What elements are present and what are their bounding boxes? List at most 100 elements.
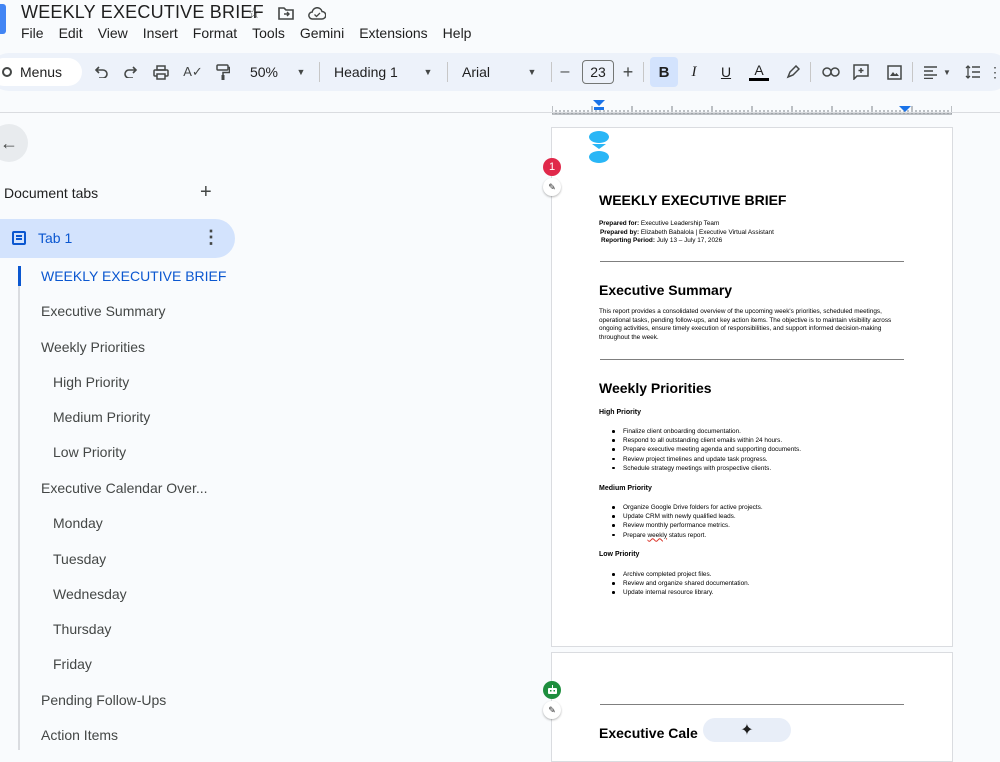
search-menus-button[interactable]: Menus: [0, 58, 82, 86]
menu-help[interactable]: Help: [443, 25, 472, 41]
priorities-heading: Weekly Priorities: [599, 380, 712, 396]
list-item: Prepare executive meeting agenda and sup…: [611, 445, 801, 454]
medium-priority-list: Organize Google Drive folders for active…: [611, 503, 763, 540]
doc-meta: Prepared for: Executive Leadership Team …: [599, 220, 774, 246]
font-dropdown-icon[interactable]: ▼: [525, 53, 539, 91]
list-item: Organize Google Drive folders for active…: [611, 503, 763, 512]
menu-insert[interactable]: Insert: [143, 25, 178, 41]
prepared-by-label: Prepared by:: [600, 228, 640, 236]
list-item-text: Prepare: [623, 531, 648, 539]
reporting-period-label: Reporting Period:: [601, 237, 655, 244]
list-item-text: status report.: [667, 531, 707, 539]
toolbar-divider: [551, 62, 552, 82]
spellcheck-icon[interactable]: A✓: [183, 53, 203, 91]
outline-item-executive-summary[interactable]: Executive Summary: [41, 303, 165, 319]
text-color-button[interactable]: A: [748, 53, 770, 91]
document-page-1[interactable]: WEEKLY EXECUTIVE BRIEF Prepared for: Exe…: [551, 127, 953, 647]
underline-button[interactable]: U: [719, 53, 733, 91]
docs-logo-icon[interactable]: [0, 4, 6, 34]
high-priority-list: Finalize client onboarding documentation…: [611, 427, 801, 473]
outline-item-title[interactable]: WEEKLY EXECUTIVE BRIEF: [41, 268, 226, 284]
outline-item-wednesday[interactable]: Wednesday: [53, 586, 127, 602]
tab-1[interactable]: [0, 219, 235, 258]
tab-options-icon[interactable]: ⋮: [202, 228, 220, 246]
menu-view[interactable]: View: [98, 25, 128, 41]
menu-gemini[interactable]: Gemini: [300, 25, 344, 41]
move-folder-icon[interactable]: [277, 4, 295, 22]
outline-item-action-items[interactable]: Action Items: [41, 727, 118, 743]
edit-pencil-icon[interactable]: ✎: [543, 701, 561, 719]
outline-item-medium-priority[interactable]: Medium Priority: [53, 409, 150, 425]
toolbar-divider: [643, 62, 644, 82]
menu-edit[interactable]: Edit: [59, 25, 83, 41]
decrease-font-size-button[interactable]: –: [558, 53, 572, 91]
title-bar: WEEKLY EXECUTIVE BRIEF ☆ File Edit View …: [0, 0, 1000, 52]
list-item: Update internal resource library.: [611, 588, 749, 597]
add-comment-icon[interactable]: [851, 53, 871, 91]
document-page-2[interactable]: Executive Caleew: [551, 652, 953, 762]
first-line-indent-marker[interactable]: [594, 107, 604, 110]
tab-1-label[interactable]: Tab 1: [38, 230, 72, 246]
list-item: Review and organize shared documentation…: [611, 579, 749, 588]
back-arrow-icon[interactable]: ←: [0, 124, 28, 162]
menu-format[interactable]: Format: [193, 25, 237, 41]
menu-file[interactable]: File: [21, 25, 44, 41]
increase-font-size-button[interactable]: +: [621, 53, 635, 91]
paragraph-style-select[interactable]: Heading 1: [334, 53, 404, 91]
outline-item-low-priority[interactable]: Low Priority: [53, 444, 126, 460]
list-item: Respond to all outstanding client emails…: [611, 436, 801, 445]
list-item: Finalize client onboarding documentation…: [611, 427, 801, 436]
more-toolbar-icon[interactable]: ⋮: [988, 53, 1000, 91]
zoom-dropdown-icon[interactable]: ▼: [294, 53, 308, 91]
list-item: Prepare weekly status report.: [611, 531, 763, 540]
redo-icon[interactable]: [122, 53, 140, 91]
zoom-value[interactable]: 50%: [248, 53, 280, 91]
paint-format-icon[interactable]: [214, 53, 232, 91]
font-family-select[interactable]: Arial: [462, 53, 502, 91]
gemini-sparkle-icon[interactable]: ✦: [703, 718, 791, 742]
text-color-swatch: [749, 78, 769, 81]
add-tab-button[interactable]: +: [200, 181, 212, 204]
outline-item-pending-follow-ups[interactable]: Pending Follow-Ups: [41, 692, 166, 708]
line-spacing-icon[interactable]: [964, 53, 982, 91]
toolbar-divider: [319, 62, 320, 82]
italic-button[interactable]: I: [687, 53, 701, 91]
menu-tools[interactable]: Tools: [252, 25, 285, 41]
bold-button[interactable]: B: [650, 57, 678, 87]
section-divider: [600, 359, 904, 360]
text-color-label: A: [754, 62, 764, 78]
insert-link-icon[interactable]: [821, 53, 841, 91]
undo-icon[interactable]: [92, 53, 110, 91]
robot-icon[interactable]: [543, 681, 561, 699]
insert-image-icon[interactable]: [884, 53, 904, 91]
outline-item-executive-calendar[interactable]: Executive Calendar Over...: [41, 480, 208, 496]
page-logo: [589, 131, 609, 163]
align-dropdown-icon[interactable]: ▼: [941, 53, 953, 91]
search-icon: [2, 67, 12, 77]
edit-pencil-icon[interactable]: ✎: [543, 178, 561, 196]
summary-heading: Executive Summary: [599, 282, 733, 298]
outline-item-tuesday[interactable]: Tuesday: [53, 551, 106, 567]
reporting-period-value: July 13 – July 17, 2026: [656, 237, 723, 244]
highlight-pen-icon[interactable]: [784, 53, 802, 91]
comment-count-badge[interactable]: 1: [543, 158, 561, 176]
high-priority-heading: High Priority: [599, 409, 642, 416]
align-left-icon[interactable]: [921, 53, 939, 91]
outline-item-weekly-priorities[interactable]: Weekly Priorities: [41, 339, 145, 355]
outline-item-high-priority[interactable]: High Priority: [53, 374, 129, 390]
print-icon[interactable]: [152, 53, 170, 91]
style-dropdown-icon[interactable]: ▼: [421, 53, 435, 91]
calendar-heading-start: Executive Cale: [599, 725, 698, 741]
left-indent-marker[interactable]: [593, 100, 605, 106]
star-icon[interactable]: ☆: [245, 4, 263, 22]
outline-item-thursday[interactable]: Thursday: [53, 621, 111, 637]
outline-item-friday[interactable]: Friday: [53, 656, 92, 672]
menu-extensions[interactable]: Extensions: [359, 25, 427, 41]
cloud-saved-icon[interactable]: [308, 4, 326, 22]
font-size-input[interactable]: 23: [582, 60, 614, 84]
spelling-flag[interactable]: weekly: [648, 532, 668, 539]
low-priority-heading: Low Priority: [599, 551, 640, 558]
outline-item-monday[interactable]: Monday: [53, 515, 103, 531]
horizontal-ruler[interactable]: [552, 100, 952, 116]
document-title[interactable]: WEEKLY EXECUTIVE BRIEF: [21, 2, 264, 23]
